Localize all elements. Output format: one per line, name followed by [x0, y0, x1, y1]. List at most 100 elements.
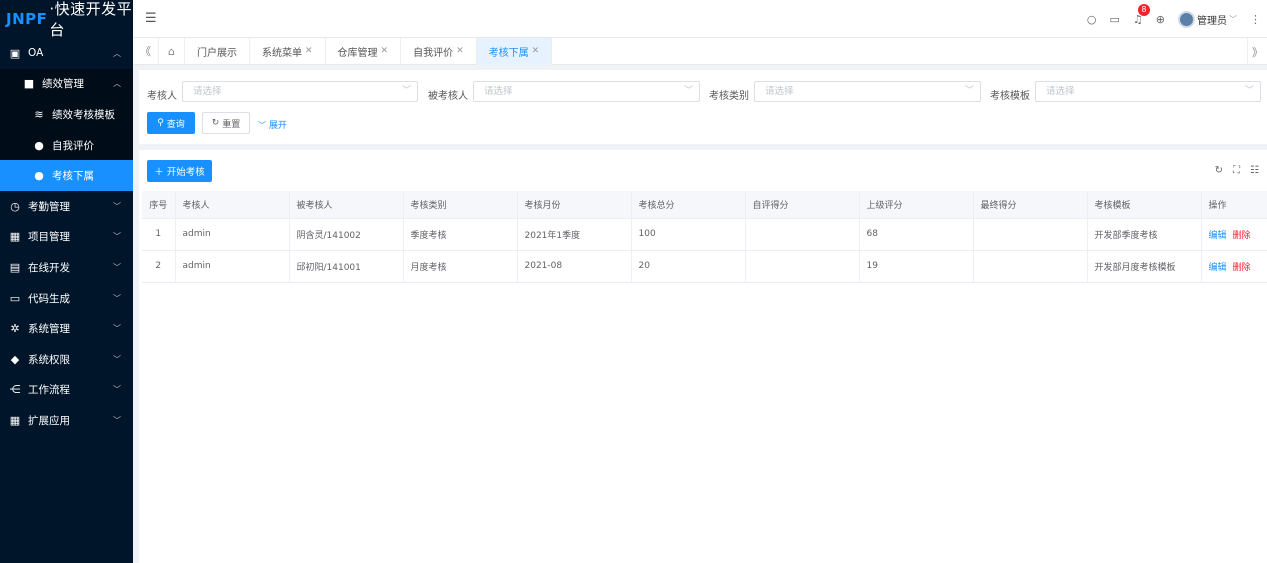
clock-icon: ◷	[10, 199, 20, 213]
close-icon[interactable]: ✕	[305, 46, 313, 56]
menu-toggle-icon[interactable]: ☰	[145, 11, 157, 26]
chevron-down-icon: ﹀	[964, 86, 974, 96]
tabs-scroll-left-icon[interactable]: 《	[133, 37, 159, 65]
query-button[interactable]: ⚲ 查询	[147, 112, 195, 134]
sidebar-item-label: 自我评价	[52, 139, 94, 152]
column-header: 考核人	[175, 191, 290, 219]
chevron-down-icon: ﹀	[113, 262, 121, 272]
user-name: 管理员	[1197, 15, 1227, 27]
sidebar-item-label: OA	[28, 47, 44, 60]
assessee-label: 被考核人	[428, 91, 468, 102]
shield-icon: ◆	[10, 352, 20, 366]
close-icon[interactable]: ✕	[456, 46, 464, 56]
cell-template: 开发部月度考核模板	[1087, 250, 1202, 283]
chevron-down-icon: ﹀	[113, 201, 121, 211]
search-icon[interactable]: ○	[1087, 13, 1097, 26]
chevron-down-icon: ﹀	[113, 232, 121, 242]
sidebar-item-projects[interactable]: ▦ 项目管理 ﹀	[0, 222, 133, 253]
table-row: 1 admin 阴含灵/141002 季度考核 2021年1季度 100 68 …	[142, 218, 1267, 251]
column-header: 序号	[142, 191, 176, 219]
cell-final-score	[973, 218, 1088, 251]
user-icon: ●	[34, 138, 44, 152]
refresh-icon: ↻	[211, 118, 220, 128]
sidebar-item-workflow[interactable]: ⋲ 工作流程 ﹀	[0, 375, 133, 406]
column-header: 最终得分	[973, 191, 1088, 219]
category-placeholder: 请选择	[765, 86, 794, 97]
more-vertical-icon[interactable]: ⋮	[1250, 13, 1261, 26]
expand-label: 展开	[268, 121, 287, 131]
fullscreen-icon[interactable]: ⛶	[1233, 165, 1240, 176]
reset-button[interactable]: ↻ 重置	[202, 112, 250, 134]
sidebar-item-codegen[interactable]: ▭ 代码生成 ﹀	[0, 283, 133, 314]
chevron-down-icon: ﹀	[113, 415, 121, 425]
chevron-down-icon: ﹀	[113, 324, 121, 334]
sidebar-item-performance[interactable]: ■ 绩效管理 ︿	[0, 68, 133, 100]
tab-warehouse[interactable]: 仓库管理 ✕	[326, 37, 402, 65]
sidebar-item-label: 系统权限	[28, 353, 70, 366]
tab-portal[interactable]: 门户展示	[185, 37, 250, 65]
cell-assessee: 阴含灵/141002	[289, 218, 404, 251]
sidebar-item-label: 代码生成	[28, 292, 70, 305]
sidebar-item-template[interactable]: ≋ 绩效考核模板	[0, 99, 133, 130]
table-tools: ↻ ⛶ ☷	[1215, 165, 1259, 176]
bell-icon[interactable]: ♫ 8	[1133, 3, 1150, 26]
close-icon[interactable]: ✕	[381, 46, 389, 56]
column-header: 考核月份	[517, 191, 632, 219]
sidebar-item-oa[interactable]: ▣ OA ︿	[0, 38, 133, 69]
user-menu[interactable]: 管理员 ﹀	[1178, 10, 1237, 28]
cell-index: 2	[142, 250, 176, 283]
column-settings-icon[interactable]: ☷	[1250, 165, 1259, 176]
template-select[interactable]: 请选择 ﹀	[1035, 81, 1261, 102]
column-header: 考核总分	[631, 191, 746, 219]
avatar	[1178, 10, 1195, 28]
sidebar-item-permissions[interactable]: ◆ 系统权限 ﹀	[0, 344, 133, 375]
layers-icon: ≋	[34, 107, 44, 121]
delete-link[interactable]: 删除	[1233, 231, 1251, 241]
sidebar-item-label: 工作流程	[28, 384, 70, 397]
chevron-down-icon: ﹀	[1229, 14, 1237, 24]
sidebar-item-assess-subordinates[interactable]: ● 考核下属	[0, 160, 133, 191]
cell-assessor: admin	[175, 218, 290, 251]
column-header: 自评得分	[745, 191, 860, 219]
tab-self-eval[interactable]: 自我评价 ✕	[401, 37, 477, 65]
assessee-select[interactable]: 请选择 ﹀	[473, 81, 700, 102]
home-icon[interactable]: ⌂	[159, 37, 185, 65]
assessee-placeholder: 请选择	[484, 86, 513, 97]
search-icon: ⚲	[157, 118, 164, 128]
globe-icon[interactable]: ⊕	[1156, 13, 1165, 26]
cell-index: 1	[142, 218, 176, 251]
refresh-icon[interactable]: ↻	[1215, 165, 1223, 176]
assessment-table: 序号 考核人 被考核人 考核类别 考核月份 考核总分 自评得分 上级评分 最终得…	[142, 191, 1267, 283]
sidebar-item-label: 项目管理	[28, 231, 70, 244]
template-placeholder: 请选择	[1046, 86, 1075, 97]
cell-superior-score: 68	[859, 218, 974, 251]
tabs-scroll-right-icon[interactable]: 》	[1247, 38, 1267, 65]
sidebar-item-extensions[interactable]: ▦ 扩展应用 ﹀	[0, 405, 133, 436]
tab-assess-subordinates[interactable]: 考核下属 ✕	[476, 37, 553, 65]
tab-label: 系统菜单	[262, 47, 302, 59]
chevron-down-icon: ﹀	[1244, 86, 1254, 96]
tab-label: 考核下属	[488, 47, 529, 59]
close-icon[interactable]: ✕	[532, 46, 540, 56]
column-header: 考核类别	[403, 191, 518, 219]
sidebar-item-system[interactable]: ✲ 系统管理 ﹀	[0, 313, 133, 344]
sidebar-item-attendance[interactable]: ◷ 考勤管理 ﹀	[0, 191, 133, 222]
delete-link[interactable]: 删除	[1233, 263, 1251, 273]
cell-month: 2021年1季度	[517, 218, 632, 251]
expand-link[interactable]: ﹀ 展开	[258, 118, 287, 131]
sidebar-item-online-dev[interactable]: ▤ 在线开发 ﹀	[0, 252, 133, 283]
tab-label: 自我评价	[413, 47, 454, 59]
edit-link[interactable]: 编辑	[1209, 231, 1227, 241]
assessor-select[interactable]: 请选择 ﹀	[182, 81, 418, 102]
start-assessment-button[interactable]: ＋ 开始考核	[147, 160, 212, 182]
sidebar-item-self-eval[interactable]: ● 自我评价	[0, 129, 133, 161]
edit-link[interactable]: 编辑	[1209, 263, 1227, 273]
category-select[interactable]: 请选择 ﹀	[754, 81, 981, 102]
app-logo[interactable]: JNPF ·快速开发平台	[0, 0, 133, 39]
tab-system-menu[interactable]: 系统菜单 ✕	[250, 37, 326, 65]
sidebar-item-label: 绩效管理	[42, 78, 84, 91]
sidebar: JNPF ·快速开发平台 ▣ OA ︿ ■ 绩效管理 ︿ ≋ 绩效考核模板 ● …	[0, 0, 133, 563]
message-icon[interactable]: ▭	[1110, 13, 1120, 26]
sidebar-item-label: 扩展应用	[28, 414, 70, 427]
reset-label: 重置	[222, 119, 241, 130]
